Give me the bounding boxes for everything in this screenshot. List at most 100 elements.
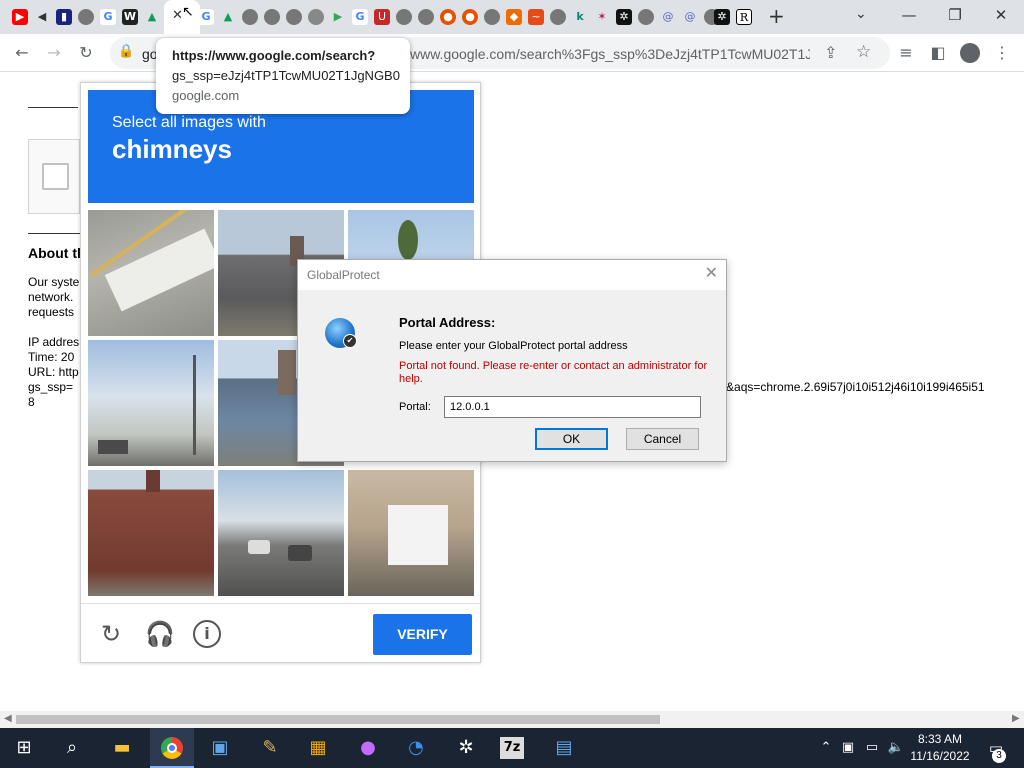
recaptcha-anchor[interactable] xyxy=(28,139,80,214)
reload-challenge-icon[interactable]: ↻ xyxy=(97,620,125,648)
media-queue-icon[interactable]: ≡ xyxy=(896,43,916,63)
captcha-tile-9[interactable] xyxy=(348,470,474,596)
browser-toolbar: ← → ↻ 🔒 go www.google.com/search%3Fgs_ss… xyxy=(0,34,1024,72)
network-app-icon[interactable]: ▤ xyxy=(550,734,578,762)
clock[interactable]: 8:33 AM 11/16/2022 xyxy=(908,731,972,765)
tab-icon-building[interactable]: ▮ xyxy=(56,9,72,25)
close-window-button[interactable]: ✕ xyxy=(978,0,1024,32)
drive-icon[interactable]: ▲ xyxy=(220,9,236,25)
tab-icon-k[interactable]: k xyxy=(572,9,588,25)
tooltip-domain: google.com xyxy=(172,88,240,103)
wordpress-w-icon[interactable]: W xyxy=(122,9,138,25)
mute-icon[interactable]: ◀ xyxy=(34,9,50,25)
ok-button[interactable]: OK xyxy=(535,428,608,450)
minimize-button[interactable]: — xyxy=(886,0,932,32)
drive-icon[interactable]: ▲ xyxy=(144,9,160,25)
photos-icon[interactable]: ▣ xyxy=(206,734,234,762)
page-text-line: network. xyxy=(28,290,74,304)
scrollbar-thumb[interactable] xyxy=(16,715,660,724)
volume-icon[interactable]: 🔈 xyxy=(882,734,910,762)
tab-icon-generic[interactable] xyxy=(550,9,566,25)
tab-icon-star[interactable]: ✶ xyxy=(594,9,610,25)
tab-icon-keyhole[interactable]: ● xyxy=(462,9,478,25)
captcha-tile-8[interactable] xyxy=(218,470,344,596)
clock-time: 8:33 AM xyxy=(917,732,963,746)
chrome-icon-center xyxy=(167,743,177,753)
new-tab-button[interactable]: + xyxy=(768,4,785,28)
dialog-titlebar: GlobalProtect ✕ xyxy=(298,260,726,290)
info-icon[interactable]: i xyxy=(193,620,221,648)
error-text: Portal not found. Please re-enter or con… xyxy=(399,360,708,385)
wifi-app-icon[interactable]: ◔ xyxy=(402,734,430,762)
tab-icon-at[interactable]: @ xyxy=(682,9,698,25)
mouse-cursor-icon: ↖ xyxy=(182,4,194,20)
play-store-icon[interactable]: ▶ xyxy=(330,9,346,25)
google-icon[interactable]: G xyxy=(352,9,368,25)
lock-icon[interactable]: 🔒 xyxy=(118,44,134,59)
tab-icon-generic[interactable] xyxy=(286,9,302,25)
active-tab[interactable]: ✕ ↖ xyxy=(164,0,200,34)
menu-kebab-icon[interactable]: ⋮ xyxy=(992,43,1012,63)
tab-icon-puzzle[interactable]: ✲ xyxy=(616,9,632,25)
paint-icon[interactable]: ✎ xyxy=(256,734,284,762)
verify-button[interactable]: VERIFY xyxy=(373,614,472,655)
recaptcha-checkbox[interactable] xyxy=(42,163,69,190)
puzzle-app-icon[interactable]: ✲ xyxy=(452,734,480,762)
cancel-button[interactable]: Cancel xyxy=(626,428,699,450)
tab-icon-r[interactable]: R xyxy=(736,9,752,25)
captcha-tile-1[interactable] xyxy=(88,210,214,336)
captcha-prompt: Select all images with xyxy=(112,114,266,131)
store-icon[interactable]: ▦ xyxy=(304,734,332,762)
portal-input[interactable] xyxy=(444,396,701,418)
horizontal-scrollbar[interactable]: ◀ ▶ xyxy=(0,711,1024,728)
tab-icon-at[interactable]: @ xyxy=(660,9,676,25)
tab-icon-puzzle[interactable]: ✲ xyxy=(714,9,730,25)
page-text-line: Our syste xyxy=(28,275,80,289)
tab-hover-tooltip: https://www.google.com/search? gs_ssp=eJ… xyxy=(156,38,410,114)
notification-count-badge: 3 xyxy=(992,749,1006,763)
search-icon[interactable]: ⌕ xyxy=(58,734,86,762)
back-arrow-icon[interactable]: ← xyxy=(12,43,32,63)
side-panel-icon[interactable]: ◧ xyxy=(928,43,948,63)
tab-icon-generic[interactable] xyxy=(418,9,434,25)
tab-icon-chart[interactable]: ~ xyxy=(528,9,544,25)
tab-icon-generic[interactable] xyxy=(78,9,94,25)
profile-avatar[interactable] xyxy=(960,43,980,63)
url-continued: ooh&aqs=chrome.2.69i57j0i10i512j46i10i19… xyxy=(706,380,985,394)
tab-icon-generic[interactable] xyxy=(638,9,654,25)
forward-arrow-icon[interactable]: → xyxy=(44,43,64,63)
tab-icon-generic[interactable] xyxy=(308,9,324,25)
captcha-footer: ↻ 🎧 i VERIFY xyxy=(81,603,480,663)
youtube-icon[interactable]: ▶ xyxy=(12,9,28,25)
gs-label: gs_ssp= xyxy=(28,380,74,394)
share-icon[interactable]: ⇪ xyxy=(824,43,837,62)
omnibox-url[interactable]: www.google.com/search%3Fgs_ssp%3DeJzj4tT… xyxy=(410,46,810,62)
tab-icon-generic[interactable] xyxy=(396,9,412,25)
tab-icon-generic[interactable] xyxy=(242,9,258,25)
audio-challenge-icon[interactable]: 🎧 xyxy=(145,620,175,648)
google-icon[interactable]: G xyxy=(198,9,214,25)
page-divider xyxy=(28,233,80,234)
close-icon[interactable]: ✕ xyxy=(705,263,718,282)
chrome-taskbar-active[interactable] xyxy=(150,728,194,768)
reload-icon[interactable]: ↻ xyxy=(76,43,96,63)
tooltip-url-line1: https://www.google.com/search? xyxy=(172,48,376,63)
tab-icon-keyhole[interactable]: ● xyxy=(440,9,456,25)
windows-start-icon[interactable]: ⊞ xyxy=(10,734,38,762)
restore-button[interactable]: ❐ xyxy=(932,0,978,32)
captcha-tile-7[interactable] xyxy=(88,470,214,596)
google-icon[interactable]: G xyxy=(100,9,116,25)
7zip-icon[interactable]: 7z xyxy=(500,737,524,759)
tab-search-button[interactable]: ⌄ xyxy=(855,6,867,22)
scroll-left-arrow-icon[interactable]: ◀ xyxy=(4,713,12,724)
windows-taskbar: ⊞ ⌕ ▬ ▣ ✎ ▦ ● ◔ ✲ 7z ▤ ⌃ ▣ ▭ 🔈 8:33 AM 1… xyxy=(0,728,1024,768)
drop-icon[interactable]: ● xyxy=(354,734,382,762)
tab-icon-generic[interactable] xyxy=(264,9,280,25)
captcha-tile-4[interactable] xyxy=(88,340,214,466)
tab-icon-box[interactable]: ◆ xyxy=(506,9,522,25)
tab-icon-generic[interactable] xyxy=(484,9,500,25)
tab-icon-shield[interactable]: U xyxy=(374,9,390,25)
scroll-right-arrow-icon[interactable]: ▶ xyxy=(1012,713,1020,724)
file-explorer-icon[interactable]: ▬ xyxy=(108,734,136,762)
bookmark-star-icon[interactable]: ☆ xyxy=(856,42,871,62)
